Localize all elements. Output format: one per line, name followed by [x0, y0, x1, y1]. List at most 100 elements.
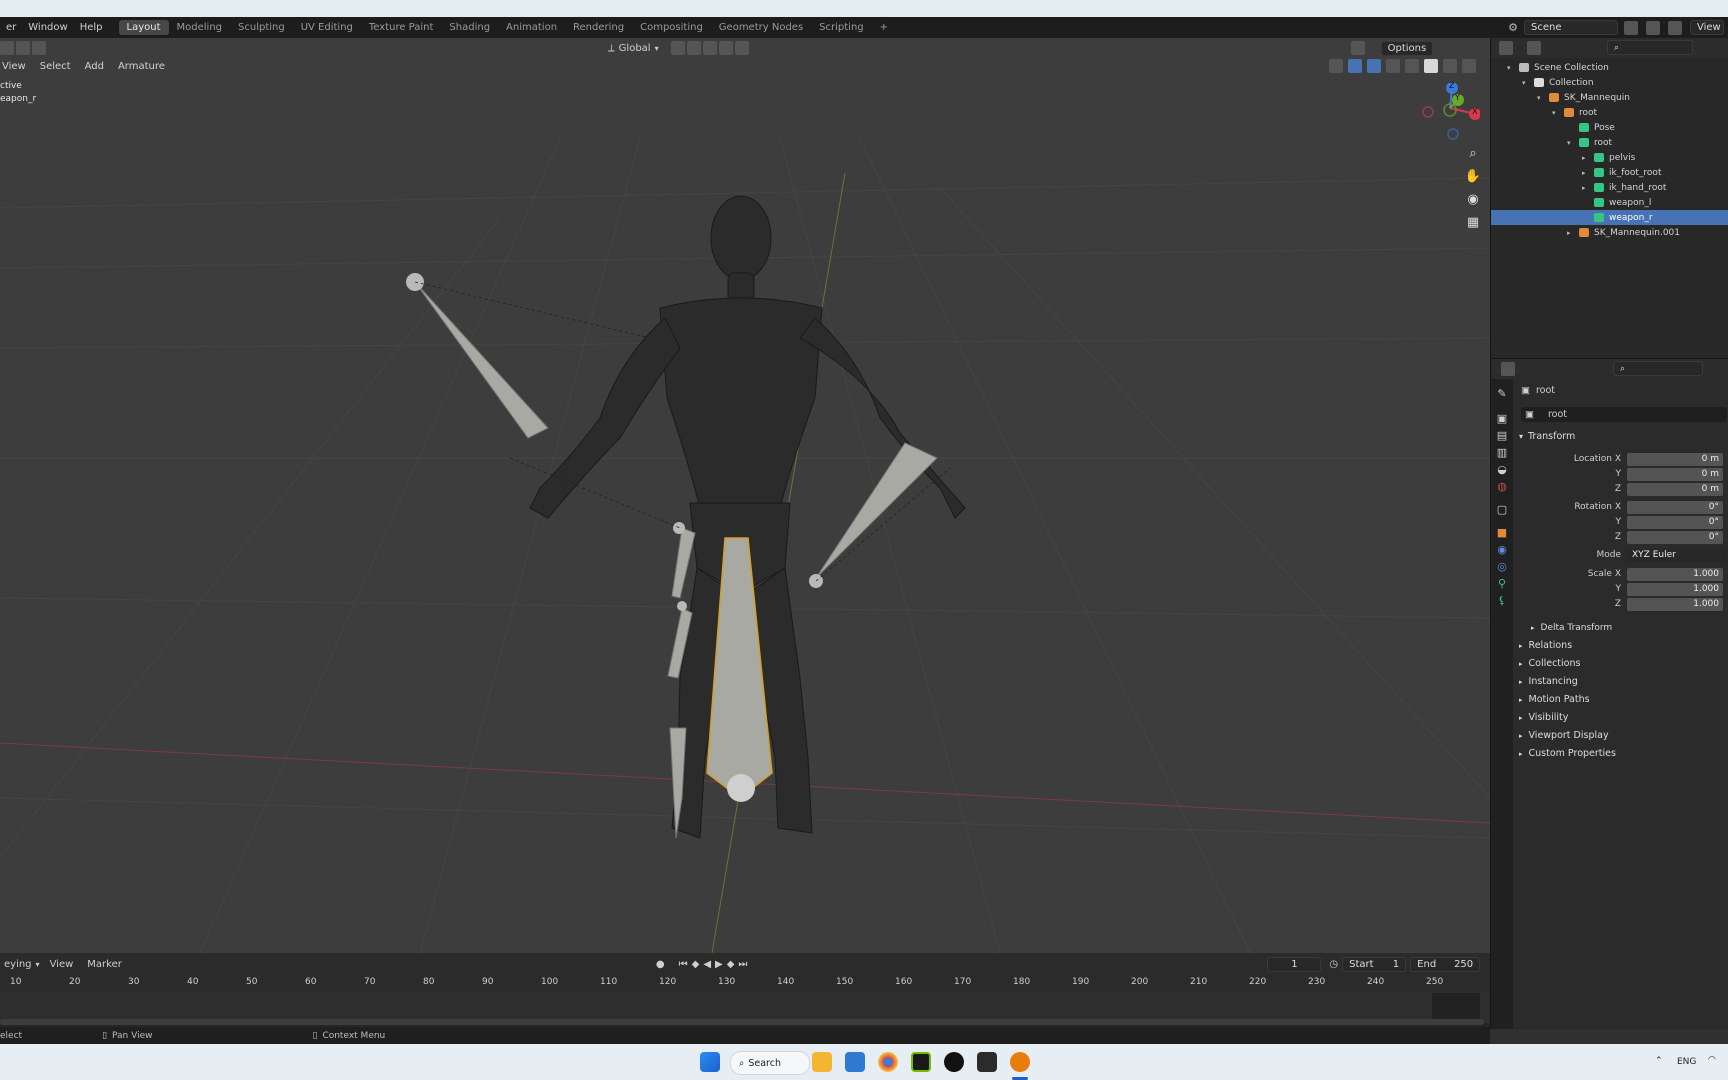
location-z-field[interactable]: 0 m [1627, 482, 1723, 496]
object-name-field[interactable]: ▣ root [1521, 407, 1727, 422]
menu-add[interactable]: Add [78, 61, 111, 72]
start-frame-field[interactable]: Start 1 [1342, 956, 1407, 972]
menu-help[interactable]: Help [74, 22, 109, 33]
properties-editor-type-button[interactable] [1501, 362, 1515, 376]
tab-shading[interactable]: Shading [441, 20, 498, 35]
pan-hand-icon[interactable]: ✋ [1462, 165, 1484, 187]
collection-tab-icon[interactable]: ▢ [1497, 503, 1507, 516]
options-button[interactable]: Options [1380, 40, 1434, 56]
properties-search-input[interactable]: ⌕ [1613, 361, 1703, 376]
output-tab-icon[interactable]: ▤ [1497, 429, 1507, 442]
blender-icon[interactable] [1010, 1052, 1030, 1072]
rotation-y-field[interactable]: 0° [1627, 515, 1723, 529]
tool-tab-icon[interactable]: ✎ [1497, 387, 1506, 400]
snap-button[interactable] [686, 41, 701, 55]
end-frame-field[interactable]: End 250 [1410, 956, 1481, 972]
properties-panel-header[interactable]: ▸ Collections [1519, 658, 1580, 669]
mail-icon[interactable] [845, 1052, 865, 1072]
play-reverse-icon[interactable]: ◀ [703, 959, 711, 970]
jump-start-icon[interactable]: ⏮ [679, 959, 688, 970]
taskbar-search[interactable]: ⌕ Search [730, 1051, 810, 1075]
outliner-item[interactable]: weapon_l [1491, 195, 1728, 210]
scale-z-field[interactable]: 1.000 [1627, 597, 1723, 611]
menu-marker[interactable]: Marker [83, 959, 126, 970]
physics-tab-icon[interactable]: ◎ [1497, 560, 1507, 573]
3d-viewport[interactable]: ⟂ Global ▾ Options View Select Add Armat… [0, 38, 1490, 953]
object-tab-icon[interactable]: ■ [1497, 526, 1507, 539]
delta-transform-header[interactable]: ▸ Delta Transform [1531, 623, 1612, 633]
terminal-icon[interactable] [977, 1052, 997, 1072]
delete-scene-button[interactable] [1646, 20, 1660, 35]
menu-timeline-view[interactable]: View [40, 959, 84, 970]
record-icon[interactable]: ● [656, 959, 665, 970]
subtract-mode-button[interactable] [32, 41, 46, 55]
tab-uv-editing[interactable]: UV Editing [293, 20, 361, 35]
expand-right-icon[interactable]: ▸ [1582, 154, 1592, 162]
camera-icon[interactable]: ◉ [1462, 188, 1484, 210]
editor-type-button[interactable] [1499, 41, 1513, 55]
tab-texture-paint[interactable]: Texture Paint [361, 20, 442, 35]
scene-field[interactable]: Scene [1524, 20, 1618, 35]
outliner-item[interactable]: ▾ root [1491, 105, 1728, 120]
material-shading-icon[interactable] [1443, 59, 1457, 73]
extend-mode-button[interactable] [16, 41, 30, 55]
windows-start-icon[interactable] [700, 1052, 720, 1072]
properties-panel-header[interactable]: ▸ Relations [1519, 640, 1572, 651]
tab-modeling[interactable]: Modeling [169, 20, 231, 35]
menu-keying[interactable]: eying [0, 959, 36, 970]
outliner-item[interactable]: ▸ SK_Mannequin.001 [1491, 225, 1728, 240]
tray-chevron-icon[interactable]: ⌃ [1655, 1056, 1663, 1066]
expand-down-icon[interactable]: ▾ [1507, 64, 1517, 72]
file-explorer-icon[interactable] [812, 1052, 832, 1072]
tab-scripting[interactable]: Scripting [811, 20, 871, 35]
expand-down-icon[interactable]: ▾ [1552, 109, 1562, 117]
expand-right-icon[interactable]: ▸ [1567, 229, 1577, 237]
prev-keyframe-icon[interactable]: ◆ [692, 959, 700, 970]
play-icon[interactable]: ▶ [715, 959, 723, 970]
expand-right-icon[interactable]: ▸ [1582, 184, 1592, 192]
jump-end-icon[interactable]: ⏭ [738, 959, 747, 970]
visibility-icon[interactable] [1329, 59, 1343, 73]
next-keyframe-icon[interactable]: ◆ [727, 959, 735, 970]
view-layer-field[interactable]: View [1690, 20, 1724, 35]
timeline-scrollbar[interactable] [0, 1019, 1484, 1025]
display-mode-button[interactable] [1527, 41, 1541, 55]
current-frame-field[interactable]: 1 [1267, 956, 1322, 972]
outliner-item[interactable]: ▾ Collection [1491, 75, 1728, 90]
outliner-item[interactable]: ▸ ik_foot_root [1491, 165, 1728, 180]
grid-perspective-icon[interactable]: ▦ [1462, 211, 1484, 233]
scale-y-field[interactable]: 1.000 [1627, 582, 1723, 596]
pivot-point-button[interactable] [670, 41, 685, 55]
new-scene-button[interactable] [1624, 20, 1638, 35]
nvidia-icon[interactable] [911, 1052, 931, 1072]
rendered-shading-icon[interactable] [1462, 59, 1476, 73]
tab-layout[interactable]: Layout [118, 20, 169, 35]
language-indicator[interactable]: ENG [1677, 1057, 1696, 1067]
outliner-item[interactable]: weapon_r [1491, 210, 1728, 225]
wireframe-shading-icon[interactable] [1405, 59, 1419, 73]
xray-icon[interactable] [1386, 59, 1400, 73]
properties-panel-header[interactable]: ▸ Custom Properties [1519, 748, 1616, 759]
properties-panel-header[interactable]: ▸ Instancing [1519, 676, 1578, 687]
menu-edit[interactable]: er [0, 22, 22, 33]
tab-animation[interactable]: Animation [498, 20, 565, 35]
chrome-icon[interactable] [878, 1052, 898, 1072]
outliner-item[interactable]: ▸ pelvis [1491, 150, 1728, 165]
modifier-tab-icon[interactable]: ◉ [1497, 543, 1507, 556]
object-data-tab-icon[interactable]: ⚸ [1498, 594, 1506, 607]
expand-right-icon[interactable]: ▸ [1582, 169, 1592, 177]
scale-x-field[interactable]: 1.000 [1627, 567, 1723, 581]
view-layer-tab-icon[interactable]: ▥ [1497, 446, 1507, 459]
snap-target-button[interactable] [702, 41, 717, 55]
outliner-item[interactable]: Pose [1491, 120, 1728, 135]
location-x-field[interactable]: 0 m [1627, 452, 1723, 466]
menu-armature[interactable]: Armature [111, 61, 172, 72]
outliner-item[interactable]: ▾ SK_Mannequin [1491, 90, 1728, 105]
overlay-icon[interactable] [1367, 59, 1381, 73]
unreal-engine-icon[interactable] [944, 1052, 964, 1072]
wifi-icon[interactable]: ◠ [1708, 1055, 1716, 1065]
timeline-ruler[interactable]: 10 20 30 40 50 60 70 80 90 100 110 120 130 140 150 160 1… [0, 975, 1490, 1021]
solid-shading-icon[interactable] [1424, 59, 1438, 73]
object-browse-icon[interactable]: ▣ [1521, 409, 1534, 420]
select-mode-button[interactable] [0, 41, 14, 55]
